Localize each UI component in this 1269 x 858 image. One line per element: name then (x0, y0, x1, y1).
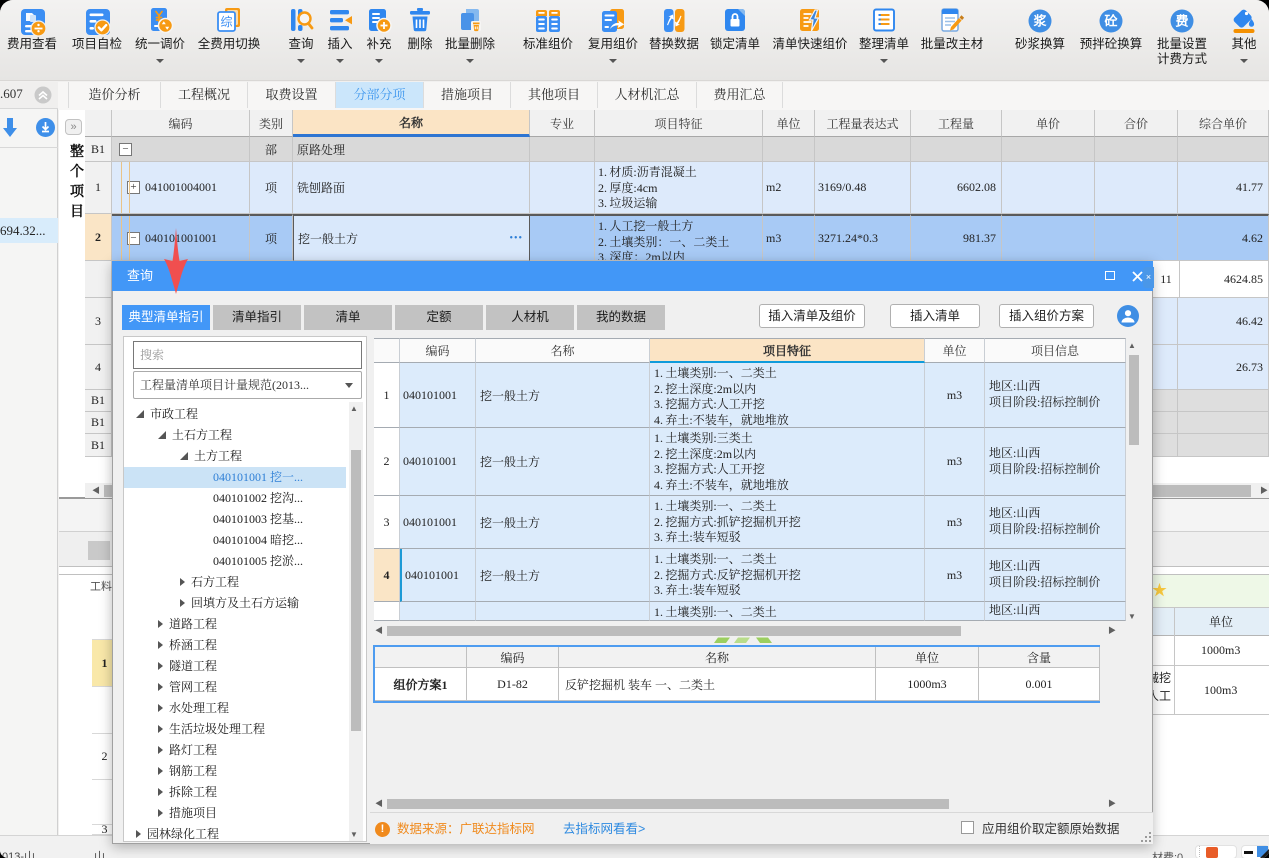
svg-text:砼: 砼 (1104, 11, 1118, 30)
svg-text:综: 综 (220, 13, 232, 30)
svg-text:浆: 浆 (1032, 11, 1047, 30)
svg-text:费: 费 (1175, 11, 1188, 30)
